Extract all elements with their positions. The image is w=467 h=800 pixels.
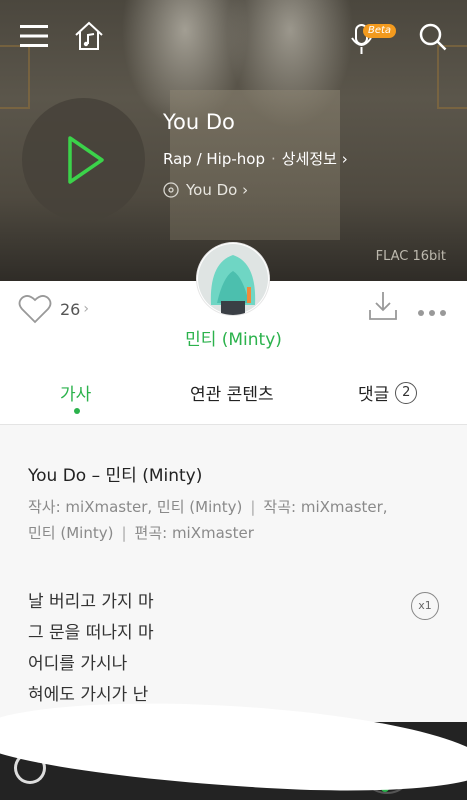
content-tabs: 가사 연관 콘텐츠 댓글 2: [0, 376, 467, 424]
more-options-icon[interactable]: [417, 303, 447, 316]
artist-name[interactable]: 민티 (Minty): [0, 325, 467, 350]
lyrics-speed-button[interactable]: x1: [411, 592, 439, 620]
play-icon: [68, 136, 104, 184]
search-icon[interactable]: [418, 22, 448, 52]
credit-arranger: 편곡: miXmaster: [134, 524, 254, 542]
credit-composer-a: 작곡: miXmaster,: [263, 498, 388, 516]
download-icon[interactable]: [368, 290, 398, 322]
lyric-line: 어디를 가시나: [28, 654, 128, 674]
lyric-line: 그 문을 떠나지 마: [28, 623, 154, 643]
tab-comments-label: 댓글: [358, 385, 390, 405]
credit-separator: |: [121, 524, 127, 542]
active-tab-indicator: [74, 408, 80, 414]
audio-quality-label: FLAC 16bit: [375, 249, 446, 264]
album-link[interactable]: You Do ›: [163, 181, 248, 199]
beta-badge: Beta: [363, 24, 397, 38]
home-music-icon[interactable]: [73, 20, 105, 52]
lyric-line: 혀에도 가시가 난: [28, 685, 149, 705]
genre-line: Rap / Hip-hop · 상세정보 ›: [163, 148, 348, 169]
comments-count-badge: 2: [395, 381, 418, 404]
credit-separator: |: [250, 498, 256, 516]
artist-avatar[interactable]: [197, 243, 269, 315]
like-button[interactable]: 26 ›: [18, 294, 89, 324]
background-chair-right: [437, 45, 467, 109]
play-button[interactable]: [22, 98, 145, 221]
credit-composer-b: 민티 (Minty): [28, 524, 114, 542]
album-disc-icon: [163, 182, 179, 198]
lyric-line: 날 버리고 가지 마: [28, 592, 154, 612]
like-chevron: ›: [83, 301, 89, 317]
tab-related-content[interactable]: 연관 콘텐츠: [190, 380, 274, 405]
like-count: 26: [60, 299, 81, 319]
album-name: You Do ›: [186, 181, 249, 199]
background-chair-left: [0, 45, 30, 109]
credit-lyricist: 작사: miXmaster, 민티 (Minty): [28, 498, 243, 516]
song-detail-link[interactable]: 상세정보 ›: [282, 150, 348, 168]
genre-label: Rap / Hip-hop: [163, 150, 265, 168]
song-title: You Do: [163, 110, 235, 134]
heart-icon: [18, 295, 52, 324]
hamburger-menu-icon[interactable]: [20, 25, 48, 47]
tab-comments[interactable]: 댓글 2: [358, 380, 418, 405]
lyrics-heading: You Do – 민티 (Minty): [28, 466, 203, 486]
tab-lyrics[interactable]: 가사: [60, 380, 91, 405]
lyrics-credits: 작사: miXmaster, 민티 (Minty) | 작곡: miXmaster,…: [28, 494, 448, 546]
separator-dot: ·: [270, 150, 276, 168]
